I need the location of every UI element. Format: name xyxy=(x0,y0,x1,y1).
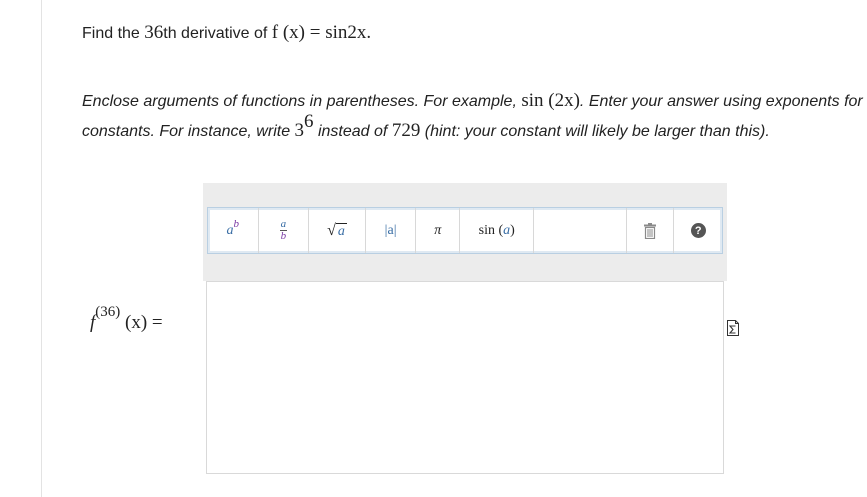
answer-label: f(36) (x) = xyxy=(90,304,163,334)
answer-label-rest: (x) = xyxy=(120,312,163,333)
power-base: a xyxy=(226,222,234,238)
instructions-text: Enclose arguments of functions in parent… xyxy=(82,93,522,110)
instructions-tail: . Enter your answer using exponents for … xyxy=(579,93,867,110)
left-divider xyxy=(41,0,42,497)
toolbar-spacer xyxy=(534,208,627,253)
math-editor: ab a b √ a |a| π sin (a) ? xyxy=(203,183,727,475)
trash-icon xyxy=(644,222,657,239)
power-exponent: b xyxy=(233,217,240,230)
sqrt-button[interactable]: √ a xyxy=(309,208,366,253)
instructions-tail-2: (hint: your constant will likely be larg… xyxy=(420,123,770,140)
answer-label-order: (36) xyxy=(95,303,121,320)
instructions-mid: instead of xyxy=(313,123,392,140)
instructions-example: sin (2x) xyxy=(521,90,580,111)
sqrt-argument: a xyxy=(335,222,347,239)
instructions-line-2: constants. For instance, write 36 instea… xyxy=(82,112,867,146)
question-text: Find the 36th derivative of f (x) = sin2… xyxy=(82,22,371,44)
question-ordinal-number: 36 xyxy=(144,22,164,43)
instructions: Enclose arguments of functions in parent… xyxy=(82,86,867,146)
instructions-base: 3 xyxy=(294,120,305,141)
help-button[interactable]: ? xyxy=(674,208,722,253)
sin-open-paren: ( xyxy=(495,222,504,238)
question-period: . xyxy=(366,22,372,43)
math-toolbar: ab a b √ a |a| π sin (a) ? xyxy=(207,207,723,254)
sqrt-symbol: √ xyxy=(327,221,336,239)
sin-close-paren: ) xyxy=(510,222,515,238)
fraction-icon: a b xyxy=(279,219,288,242)
question-prefix: Find the xyxy=(82,25,145,42)
instructions-number: 729 xyxy=(391,120,421,141)
fraction-denominator: b xyxy=(280,230,287,242)
sqrt-icon: √ a xyxy=(327,222,347,240)
help-icon: ? xyxy=(690,223,706,238)
question-ordinal-suffix: th derivative of xyxy=(163,25,272,42)
help-label: ? xyxy=(694,224,702,237)
answer-input[interactable] xyxy=(206,281,724,474)
instructions-text-2: constants. For instance, write xyxy=(82,123,295,140)
fraction-button[interactable]: a b xyxy=(259,208,310,253)
sigma-icon[interactable] xyxy=(727,320,739,336)
pi-label: π xyxy=(434,222,442,238)
instructions-line-1: Enclose arguments of functions in parent… xyxy=(82,86,867,116)
sin-name: sin xyxy=(478,222,495,238)
pi-button[interactable]: π xyxy=(416,208,461,253)
power-button[interactable]: ab xyxy=(208,208,259,253)
clear-button[interactable] xyxy=(627,208,675,253)
instructions-exponent: 6 xyxy=(304,110,314,132)
abs-label: |a| xyxy=(384,222,397,238)
sin-argument: a xyxy=(503,222,511,238)
sin-button[interactable]: sin (a) xyxy=(460,208,535,253)
abs-button[interactable]: |a| xyxy=(366,208,417,253)
question-function: f (x) = sin2x xyxy=(271,22,367,43)
